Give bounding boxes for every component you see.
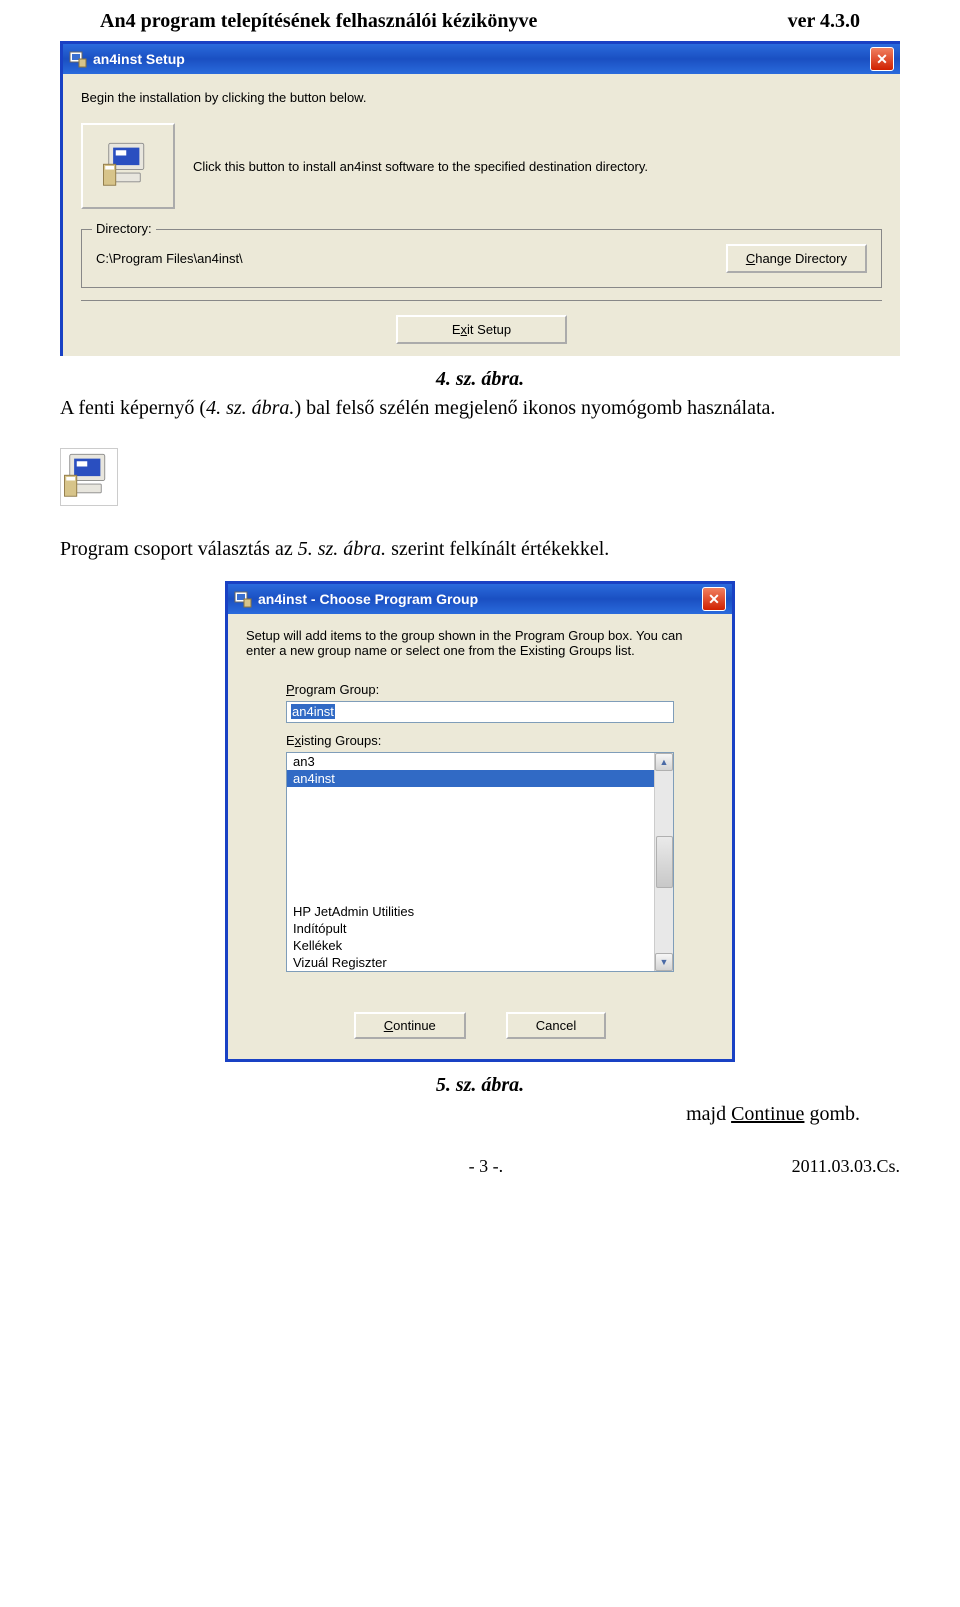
list-item[interactable]: Indítópult: [287, 920, 654, 937]
titlebar: an4inst - Choose Program Group ✕: [225, 581, 735, 614]
doc-title: An4 program telepítésének felhasználói k…: [100, 10, 537, 33]
scroll-up-button[interactable]: ▲: [655, 753, 673, 771]
instruction-text: Begin the installation by clicking the b…: [81, 90, 882, 105]
close-button[interactable]: ✕: [702, 587, 726, 611]
icon-button-sample: [60, 448, 118, 506]
scrollbar[interactable]: ▲ ▼: [654, 753, 673, 971]
list-item[interactable]: an3: [287, 753, 654, 770]
continue-button[interactable]: Continue: [354, 1012, 466, 1039]
close-icon: ✕: [876, 51, 888, 68]
dialog-description: Setup will add items to the group shown …: [246, 628, 714, 658]
list-item[interactable]: Kellékek: [287, 937, 654, 954]
directory-fieldset: Directory: C:\Program Files\an4inst\ Cha…: [81, 229, 882, 288]
existing-groups-listbox[interactable]: an3 an4inst HP JetAdmin Utilities Indító…: [286, 752, 674, 972]
computer-install-icon: [100, 138, 156, 194]
titlebar: an4inst Setup ✕: [63, 44, 900, 74]
program-group-input[interactable]: an4inst: [286, 701, 674, 723]
figure-5-caption: 5. sz. ábra.: [60, 1074, 900, 1097]
close-icon: ✕: [708, 591, 720, 608]
paragraph-2: Program csoport választás az 5. sz. ábra…: [60, 538, 900, 561]
list-item[interactable]: an4inst: [287, 770, 654, 787]
chevron-down-icon: ▼: [660, 957, 669, 967]
window-title: an4inst Setup: [93, 51, 185, 67]
figure-4-caption: 4. sz. ábra.: [60, 368, 900, 391]
paragraph-3: majd Continue gomb.: [60, 1103, 900, 1126]
choose-group-dialog: an4inst - Choose Program Group ✕ Setup w…: [225, 581, 735, 1062]
chevron-up-icon: ▲: [660, 757, 669, 767]
paragraph-1: A fenti képernyő (4. sz. ábra.) bal fels…: [60, 397, 900, 420]
list-item[interactable]: Vizuál Regiszter: [287, 954, 654, 971]
install-description: Click this button to install an4inst sof…: [193, 159, 882, 174]
exit-setup-button[interactable]: Exit Setup: [396, 315, 567, 344]
list-item[interactable]: HP JetAdmin Utilities: [287, 903, 654, 920]
window-title: an4inst - Choose Program Group: [258, 591, 478, 607]
page-number: - 3 -.: [469, 1156, 504, 1177]
page-footer: - 3 -. 2011.03.03.Cs.: [60, 1156, 900, 1177]
program-group-value: an4inst: [291, 704, 335, 719]
footer-date: 2011.03.03.Cs.: [792, 1156, 900, 1177]
scroll-thumb[interactable]: [656, 836, 673, 888]
installer-icon: [69, 50, 87, 68]
install-button[interactable]: [81, 123, 175, 209]
existing-groups-label: Existing Groups:: [286, 733, 674, 748]
change-directory-button[interactable]: Change Directory: [726, 244, 867, 273]
cancel-button[interactable]: Cancel: [506, 1012, 606, 1039]
scroll-down-button[interactable]: ▼: [655, 953, 673, 971]
program-group-label: Program Group:: [286, 682, 674, 697]
directory-legend: Directory:: [92, 221, 156, 236]
directory-path: C:\Program Files\an4inst\: [96, 251, 243, 266]
installer-icon: [234, 590, 252, 608]
close-button[interactable]: ✕: [870, 47, 894, 71]
doc-header: An4 program telepítésének felhasználói k…: [60, 10, 900, 33]
setup-window: an4inst Setup ✕ Begin the installation b…: [60, 41, 900, 356]
doc-version: ver 4.3.0: [788, 10, 860, 33]
computer-install-icon: [61, 449, 117, 505]
